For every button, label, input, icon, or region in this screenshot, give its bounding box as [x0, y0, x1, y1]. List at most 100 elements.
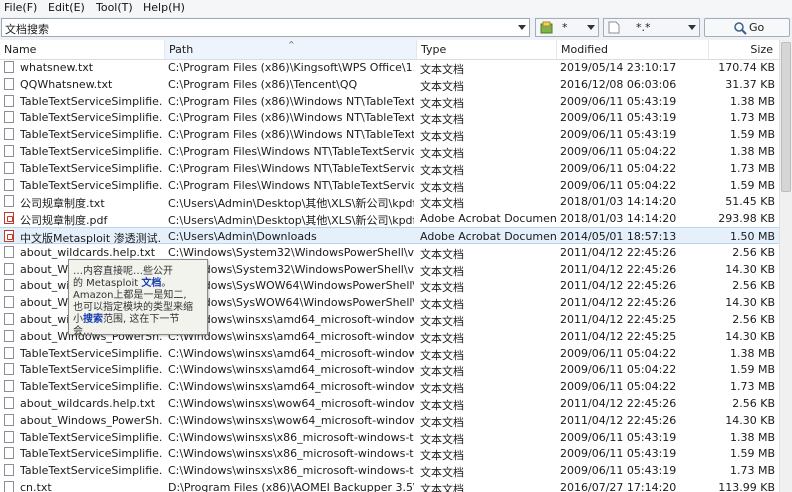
table-row[interactable]: 公司规章制度.txt C:\Users\Admin\Desktop\其他\XLS\… — [0, 193, 779, 210]
table-row[interactable]: TableTextServiceSimplifie... C:\Windows\w… — [0, 429, 779, 446]
text-file-icon — [4, 245, 14, 258]
cell-type: 文本文档 — [420, 382, 464, 396]
text-file-icon — [4, 279, 14, 292]
text-file-icon — [4, 447, 14, 460]
cell-path: C:\Windows\winsxs\wow64_microsoft-window… — [168, 413, 414, 427]
cell-modified: 2016/07/27 17:14:20 — [560, 481, 677, 492]
cell-name: TableTextServiceSimplifie... — [20, 464, 162, 478]
filter-extension-select[interactable]: *.* — [603, 18, 700, 37]
cell-size: 113.99 KB — [718, 481, 775, 492]
cell-path: C:\Windows\System32\WindowsPowerShell\v1… — [168, 245, 414, 259]
menu-edit[interactable]: Edit(E) — [48, 1, 85, 14]
text-file-icon — [4, 313, 14, 325]
cell-modified: 2014/05/01 18:57:13 — [560, 230, 677, 243]
table-row[interactable]: 公司规章制度.pdf C:\Users\Admin\Desktop\其他\XLS\… — [0, 210, 779, 227]
cell-modified: 2009/06/11 05:43:19 — [560, 464, 677, 478]
cell-path: C:\Program Files (x86)\Kingsoft\WPS Offi… — [168, 61, 414, 74]
vertical-scrollbar[interactable] — [779, 40, 792, 492]
cell-size: 31.37 KB — [725, 77, 775, 91]
column-modified[interactable]: Modified — [557, 40, 709, 59]
cell-name: TableTextServiceSimplifie... — [20, 128, 162, 142]
table-row[interactable]: TableTextServiceSimplifie... C:\Program F… — [0, 143, 779, 160]
cell-size: 1.73 MB — [729, 161, 775, 175]
cell-modified: 2009/06/11 05:04:22 — [560, 178, 677, 192]
table-row[interactable]: cn.txt D:\Program Files (x86)\AOMEI Backu… — [0, 479, 779, 492]
text-file-icon — [4, 296, 14, 309]
cell-path: C:\Windows\winsxs\x86_microsoft-windows-… — [168, 447, 414, 461]
cell-size: 2.56 KB — [732, 397, 775, 410]
chevron-down-icon[interactable] — [688, 25, 696, 30]
scrollbar-thumb[interactable] — [781, 42, 791, 192]
cell-size: 170.74 KB — [718, 61, 775, 74]
table-row[interactable]: about_wildcards.help.txt C:\Windows\winsx… — [0, 395, 779, 412]
chevron-down-icon[interactable] — [587, 25, 595, 30]
cell-size: 1.59 MB — [729, 447, 775, 461]
search-icon — [734, 22, 747, 35]
table-row[interactable]: TableTextServiceSimplifie... C:\Windows\w… — [0, 445, 779, 462]
cell-size: 14.30 KB — [725, 296, 775, 310]
table-row[interactable]: about_Windows_PowerSh... C:\Windows\winsx… — [0, 412, 779, 429]
text-file-icon — [4, 145, 14, 157]
column-name[interactable]: Name — [0, 40, 165, 59]
search-input[interactable]: 文档搜索 — [1, 18, 530, 37]
column-type[interactable]: Type — [417, 40, 557, 59]
cell-size: 1.73 MB — [729, 380, 775, 394]
menu-help[interactable]: Help(H) — [143, 1, 185, 14]
preview-tooltip: …内容直接呢…些公开的 Metasploit 文档。 Amazon上都是一是知二,… — [68, 259, 208, 337]
cell-modified: 2009/06/11 05:04:22 — [560, 145, 677, 158]
cell-type: 文本文档 — [420, 197, 464, 211]
cell-type: 文本文档 — [420, 96, 464, 110]
menu-tool[interactable]: Tool(T) — [96, 1, 133, 14]
cell-type: 文本文档 — [420, 331, 464, 345]
text-file-icon — [4, 464, 14, 477]
column-size[interactable]: Size — [709, 40, 779, 59]
cell-modified: 2009/06/11 05:43:19 — [560, 94, 677, 108]
cell-path: C:\Program Files\Windows NT\TableTextSer… — [168, 161, 414, 175]
table-row[interactable]: TableTextServiceSimplifie... C:\Program F… — [0, 177, 779, 194]
cell-path: C:\Program Files (x86)\Windows NT\TableT… — [168, 94, 414, 108]
cell-modified: 2009/06/11 05:04:22 — [560, 380, 677, 394]
filter-type-select[interactable]: * — [535, 18, 599, 37]
cell-name: TableTextServiceSimplifie... — [20, 346, 162, 360]
table-row[interactable]: QQWhatsnew.txt C:\Program Files (x86)\Ten… — [0, 76, 779, 93]
go-button[interactable]: Go — [704, 18, 790, 37]
cell-modified: 2018/01/03 14:14:20 — [560, 212, 677, 226]
table-row[interactable]: TableTextServiceSimplifie... C:\Program F… — [0, 109, 779, 126]
cell-size: 1.38 MB — [729, 94, 775, 108]
table-row[interactable]: TableTextServiceSimplifie... C:\Windows\w… — [0, 361, 779, 378]
cell-size: 51.45 KB — [725, 195, 775, 209]
text-file-icon — [4, 128, 14, 141]
table-row[interactable]: TableTextServiceSimplifie... C:\Windows\w… — [0, 345, 779, 362]
text-file-icon — [4, 195, 14, 208]
table-row[interactable]: TableTextServiceSimplifie... C:\Windows\w… — [0, 462, 779, 479]
cell-name: TableTextServiceSimplifie... — [20, 447, 162, 461]
cell-size: 2.56 KB — [732, 245, 775, 259]
text-file-icon — [4, 111, 14, 124]
table-row[interactable]: whatsnew.txt C:\Program Files (x86)\Kings… — [0, 59, 779, 76]
cell-type: 文本文档 — [420, 348, 464, 362]
cell-name: TableTextServiceSimplifie... — [20, 178, 162, 192]
cell-type: 文本文档 — [420, 180, 464, 194]
table-row[interactable]: TableTextServiceSimplifie... C:\Program F… — [0, 126, 779, 143]
menu-file[interactable]: File(F) — [4, 1, 37, 14]
table-row[interactable]: TableTextServiceSimplifie... C:\Program F… — [0, 93, 779, 110]
text-file-icon — [4, 397, 14, 409]
cell-type: 文本文档 — [420, 247, 464, 261]
cell-size: 2.56 KB — [732, 313, 775, 326]
table-row[interactable]: TableTextServiceSimplifie... C:\Program F… — [0, 160, 779, 177]
cell-modified: 2011/04/12 22:45:26 — [560, 397, 677, 410]
cell-type: 文本文档 — [420, 79, 464, 93]
cell-type: 文本文档 — [420, 130, 464, 144]
cell-name: about_wildcards.help.txt — [20, 245, 156, 259]
cell-type: 文本文档 — [420, 365, 464, 379]
cell-size: 1.59 MB — [729, 363, 775, 377]
cell-name: QQWhatsnew.txt — [20, 77, 113, 91]
cell-modified: 2018/01/03 14:14:20 — [560, 195, 677, 209]
table-row[interactable]: TableTextServiceSimplifie... C:\Windows\w… — [0, 378, 779, 395]
cell-size: 14.30 KB — [725, 262, 775, 276]
cell-modified: 2011/04/12 22:45:25 — [560, 313, 677, 326]
cell-type: 文本文档 — [420, 113, 464, 127]
cell-modified: 2009/06/11 05:04:22 — [560, 363, 677, 377]
chevron-down-icon[interactable] — [518, 25, 526, 30]
table-row[interactable]: 中文版Metasploit 渗透测试... C:\Users\Admin\Down… — [0, 227, 779, 245]
